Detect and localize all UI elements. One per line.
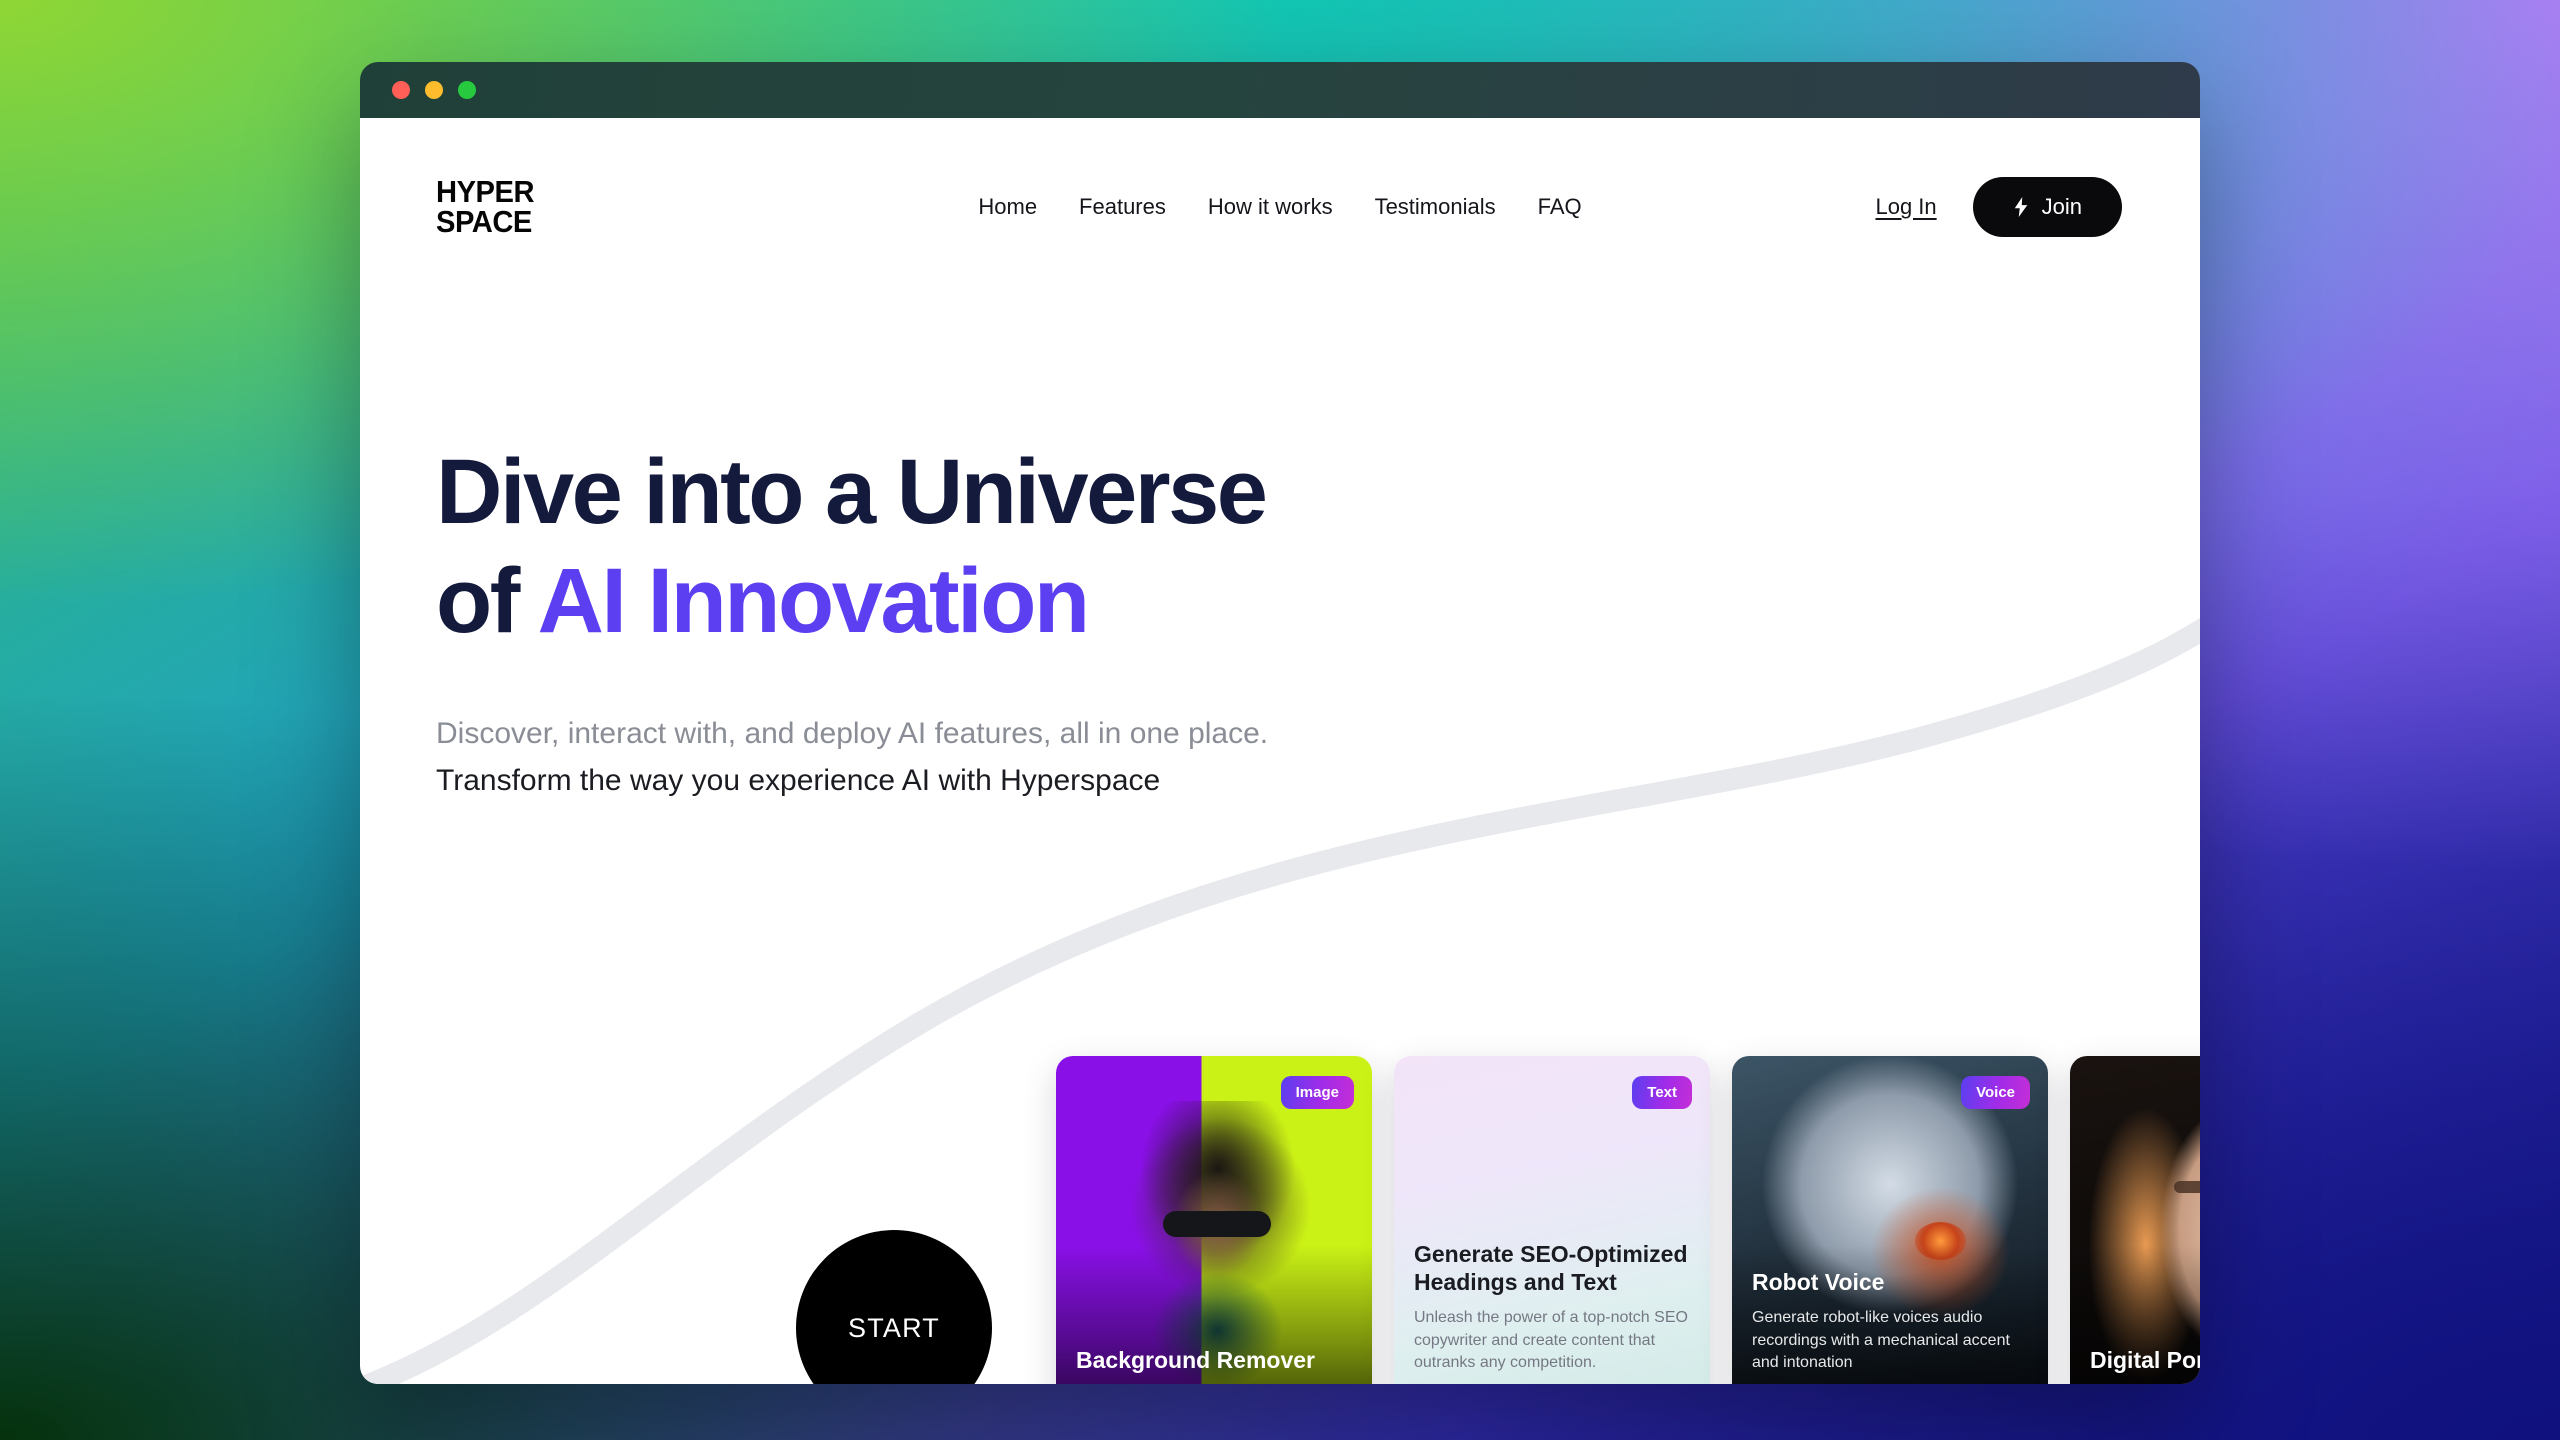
subtitle-line-1: Discover, interact with, and deploy AI f…	[436, 717, 1269, 751]
feature-card[interactable]: Category Digital Portraits 5 812 by	[2070, 1056, 2200, 1384]
minimize-icon[interactable]	[425, 81, 443, 99]
card-title: Digital Portraits	[2090, 1347, 2200, 1374]
headline-line-1: Dive into a Universe	[436, 441, 1268, 543]
bolt-icon	[2014, 197, 2027, 217]
subtitle-line-2: Transform the way you experience AI with…	[436, 763, 1161, 797]
card-description: Unleash the power of a top-notch SEO cop…	[1414, 1308, 1688, 1372]
hero-section: Dive into a Universe of AI Innovation Di…	[436, 438, 1268, 804]
headline-line-2-prefix: of	[436, 549, 538, 652]
card-body: Generate SEO-Optimized Headings and Text…	[1394, 1240, 1710, 1384]
start-button[interactable]: START	[796, 1230, 992, 1384]
card-badge[interactable]: Text	[1632, 1076, 1692, 1109]
card-body: Digital Portraits 5 812 by Ol	[2070, 1346, 2200, 1384]
maximize-icon[interactable]	[458, 81, 476, 99]
page-title: Dive into a Universe of AI Innovation	[436, 438, 1268, 655]
nav-item-faq[interactable]: FAQ	[1538, 194, 1582, 220]
site-header: HYPER SPACE Home Features How it works T…	[360, 162, 2200, 252]
header-actions: Log In Join	[1875, 177, 2122, 237]
card-title: Generate SEO-Optimized Headings and Text	[1414, 1240, 1688, 1296]
close-icon[interactable]	[392, 81, 410, 99]
card-scrim	[2070, 1056, 2200, 1384]
card-body: Robot Voice Generate robot-like voices a…	[1732, 1268, 2048, 1384]
hero-subtitle: Discover, interact with, and deploy AI f…	[436, 711, 1268, 804]
card-title: Robot Voice	[1752, 1269, 1885, 1296]
feature-card-rail[interactable]: Image Background Remover 13 504 by	[1056, 1056, 2200, 1384]
card-badge[interactable]: Voice	[1961, 1076, 2030, 1109]
join-button[interactable]: Join	[1972, 177, 2122, 237]
card-title: Background Remover	[1076, 1347, 1316, 1374]
logo[interactable]: HYPER SPACE	[436, 176, 535, 237]
feature-card[interactable]: Image Background Remover 13 504 by	[1056, 1056, 1372, 1384]
nav-item-home[interactable]: Home	[978, 194, 1037, 220]
join-button-label: Join	[2041, 194, 2082, 219]
main-nav: Home Features How it works Testimonials …	[978, 194, 1581, 220]
headline-accent: AI Innovation	[537, 549, 1090, 652]
card-badge[interactable]: Image	[1280, 1076, 1354, 1109]
page-content: HYPER SPACE Home Features How it works T…	[360, 118, 2200, 1384]
feature-card[interactable]: Text Generate SEO-Optimized Headings and…	[1394, 1056, 1710, 1384]
nav-item-how-it-works[interactable]: How it works	[1208, 194, 1333, 220]
feature-card[interactable]: Voice Robot Voice Generate robot-like vo…	[1732, 1056, 2048, 1384]
card-description: Generate robot-like voices audio recordi…	[1752, 1308, 2010, 1372]
browser-window: HYPER SPACE Home Features How it works T…	[360, 62, 2200, 1384]
window-titlebar	[360, 62, 2200, 118]
nav-item-testimonials[interactable]: Testimonials	[1375, 194, 1496, 220]
login-link[interactable]: Log In	[1875, 194, 1936, 220]
nav-item-features[interactable]: Features	[1079, 194, 1166, 220]
card-body: Background Remover 13 504 by	[1056, 1346, 1372, 1384]
